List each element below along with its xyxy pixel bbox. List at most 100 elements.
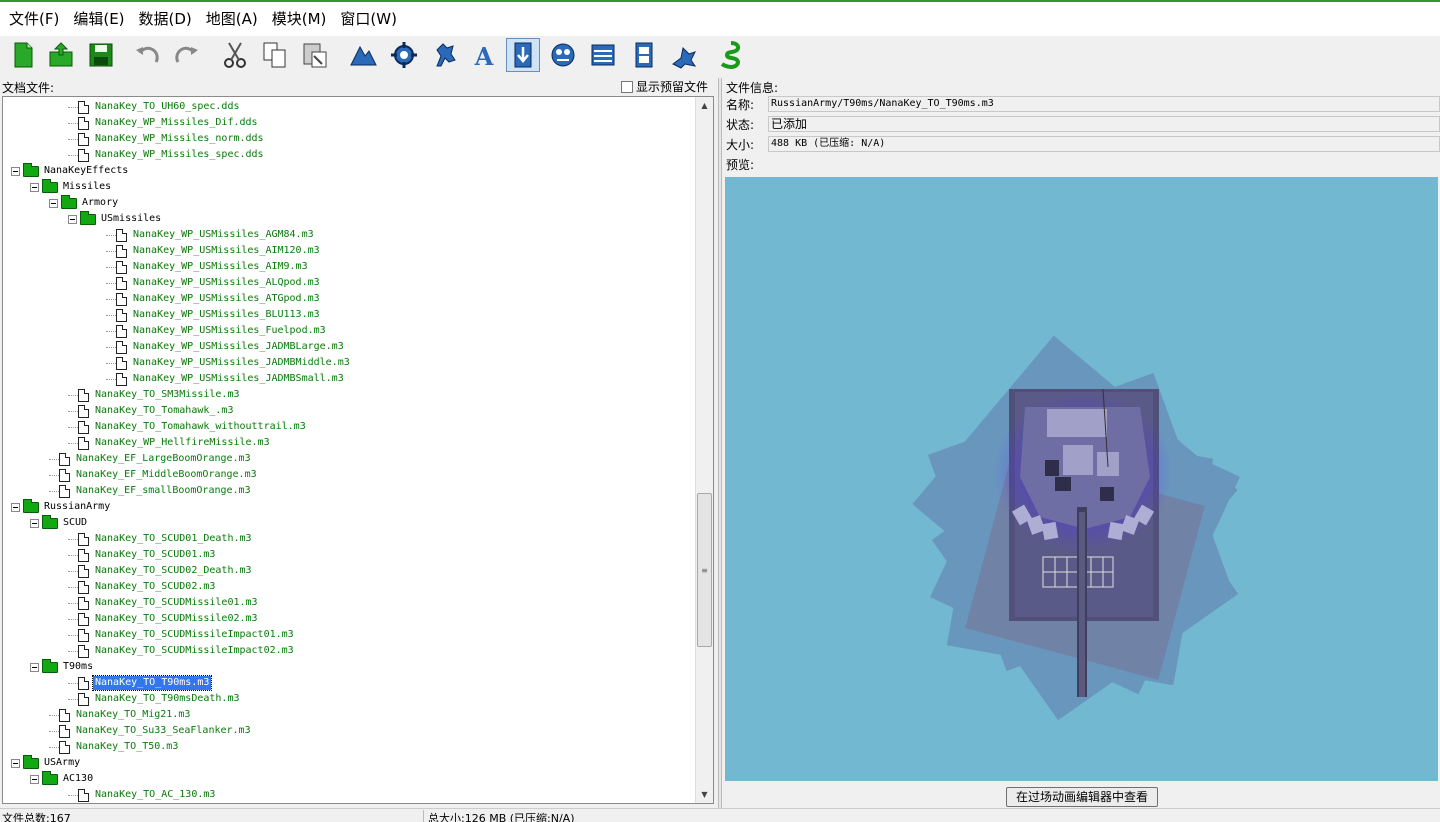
tree-folder[interactable]: USArmy [11, 754, 82, 771]
file-tree[interactable]: NanaKey_TO_UH60_spec.dds NanaKey_WP_Missi… [2, 96, 714, 804]
collapse-icon[interactable] [11, 166, 20, 176]
tree-file[interactable]: NanaKey_WP_USMissiles_BLU113.m3 [106, 307, 322, 323]
tree-file[interactable]: NanaKey_WP_USMissiles_JADMBSmall.m3 [106, 371, 346, 387]
tree-file[interactable]: NanaKey_TO_SCUD02.m3 [68, 579, 217, 595]
unit-editor-icon [436, 43, 456, 67]
scroll-thumb[interactable]: ≡ [697, 493, 712, 647]
folder-open-icon [42, 514, 58, 529]
tree-folder[interactable]: Missiles [30, 178, 113, 195]
tree-file[interactable]: NanaKey_TO_SCUDMissile02.m3 [68, 611, 260, 627]
text-editor-button[interactable]: A [467, 38, 501, 72]
file-icon [78, 548, 89, 562]
menu-item-1[interactable]: 编辑(E) [66, 4, 131, 34]
undo-button[interactable] [130, 38, 164, 72]
tree-file[interactable]: NanaKey_WP_USMissiles_AIM9.m3 [106, 259, 310, 275]
paste-button[interactable] [298, 38, 332, 72]
tree-item-label: NanaKey_EF_smallBoomOrange.m3 [76, 485, 251, 496]
scroll-up-icon[interactable]: ▲ [696, 97, 713, 114]
scroll-down-icon[interactable]: ▼ [696, 786, 713, 803]
tree-folder[interactable]: T90ms [30, 658, 95, 675]
tree-file[interactable]: NanaKey_TO_AC_130.m3 [68, 787, 217, 803]
tree-file[interactable]: NanaKey_TO_Mig21.m3 [49, 707, 192, 723]
collapse-icon[interactable] [68, 214, 77, 224]
tree-item-label: NanaKey_TO_AC_130.m3 [95, 789, 216, 800]
tree-item-label: NanaKey_TO_SCUD01.m3 [95, 549, 216, 560]
tree-file[interactable]: NanaKey_WP_USMissiles_Fuelpod.m3 [106, 323, 328, 339]
model-preview-viewport[interactable] [725, 177, 1438, 781]
collapse-icon[interactable] [30, 518, 39, 528]
tree-folder[interactable]: NanaKeyEffects [11, 162, 130, 179]
tree-file[interactable]: NanaKey_WP_Missiles_Dif.dds [68, 115, 260, 131]
panel-splitter[interactable] [718, 78, 722, 808]
tree-folder[interactable]: USmissiles [68, 210, 163, 227]
collapse-icon[interactable] [11, 758, 20, 768]
tree-item-label: RussianArmy [44, 501, 111, 512]
tree-file[interactable]: NanaKey_TO_SCUD01_Death.m3 [68, 531, 254, 547]
tree-file[interactable]: NanaKey_TO_SCUDMissileImpact02.m3 [68, 643, 296, 659]
unit-editor-button[interactable] [427, 38, 461, 72]
menu-item-4[interactable]: 模块(M) [265, 4, 334, 34]
tree-folder[interactable]: AC130 [30, 770, 95, 787]
tree-file[interactable]: NanaKey_WP_Missiles_norm.dds [68, 131, 266, 147]
collapse-icon[interactable] [49, 198, 58, 208]
tree-file[interactable]: NanaKey_TO_SM3Missile.m3 [68, 387, 242, 403]
trigger-editor-button[interactable] [387, 38, 421, 72]
tree-file[interactable]: NanaKey_EF_smallBoomOrange.m3 [49, 483, 253, 499]
tree-folder[interactable]: SCUD [30, 514, 89, 531]
tree-file[interactable]: NanaKey_EF_LargeBoomOrange.m3 [49, 451, 253, 467]
show-preview-toggle[interactable]: 显示预留文件 [621, 78, 708, 95]
menu-item-2[interactable]: 数据(D) [132, 4, 199, 34]
redo-button[interactable] [170, 38, 204, 72]
cut-button[interactable] [218, 38, 252, 72]
tree-file[interactable]: NanaKey_TO_SCUD02_Death.m3 [68, 563, 254, 579]
tree-file[interactable]: NanaKey_TO_T90msDeath.m3 [68, 691, 242, 707]
tree-item-label: NanaKey_WP_Missiles_spec.dds [95, 149, 264, 160]
tree-file[interactable]: NanaKey_WP_USMissiles_JADMBMiddle.m3 [106, 355, 352, 371]
collapse-icon[interactable] [11, 502, 20, 512]
starcraft-button[interactable] [714, 38, 748, 72]
tree-file[interactable]: NanaKey_WP_USMissiles_JADMBLarge.m3 [106, 339, 346, 355]
import-manager-button[interactable] [506, 38, 540, 72]
tree-item-label: NanaKey_WP_USMissiles_JADMBSmall.m3 [133, 373, 344, 384]
tree-folder[interactable]: Armory [49, 194, 120, 211]
new-document-button[interactable] [6, 38, 40, 72]
tree-file[interactable]: NanaKey_WP_USMissiles_ALQpod.m3 [106, 275, 322, 291]
tree-file[interactable]: NanaKey_TO_T90ms.m3 [68, 675, 213, 691]
tree-file[interactable]: NanaKey_WP_HellfireMissile.m3 [68, 435, 272, 451]
menu-item-3[interactable]: 地图(A) [199, 4, 265, 34]
tree-scrollbar[interactable]: ▲ ≡ ▼ [695, 97, 713, 803]
menu-item-5[interactable]: 窗口(W) [333, 4, 404, 34]
file-icon [116, 260, 127, 274]
tree-file[interactable]: NanaKey_WP_Missiles_spec.dds [68, 147, 266, 163]
tree-file[interactable]: NanaKey_TO_SCUDMissileImpact01.m3 [68, 627, 296, 643]
terrain-editor-button[interactable] [346, 38, 380, 72]
menu-item-0[interactable]: 文件(F) [2, 4, 66, 34]
text-editor-icon: A [474, 42, 494, 70]
tree-file[interactable]: NanaKey_TO_T50.m3 [49, 739, 180, 755]
copy-button[interactable] [258, 38, 292, 72]
tree-file[interactable]: NanaKey_TO_SCUDMissile01.m3 [68, 595, 260, 611]
tree-file[interactable]: NanaKey_WP_USMissiles_AIM120.m3 [106, 243, 322, 259]
tree-file[interactable]: NanaKey_TO_Tomahawk_withouttrail.m3 [68, 419, 308, 435]
tree-folder[interactable]: RussianArmy [11, 498, 112, 515]
collapse-icon[interactable] [30, 774, 39, 784]
tree-file[interactable]: NanaKey_TO_SCUD01.m3 [68, 547, 217, 563]
cutscene-editor-button[interactable] [627, 38, 661, 72]
tree-file[interactable]: NanaKey_TO_Su33_SeaFlanker.m3 [49, 723, 253, 739]
open-in-cutscene-editor-button[interactable]: 在过场动画编辑器中查看 [1006, 787, 1158, 807]
open-folder-button[interactable] [44, 38, 78, 72]
collapse-icon[interactable] [30, 662, 39, 672]
show-preview-checkbox[interactable] [621, 80, 633, 93]
game-interface-button[interactable] [667, 38, 701, 72]
tree-file[interactable]: NanaKey_WP_USMissiles_ATGpod.m3 [106, 291, 322, 307]
save-button[interactable] [84, 38, 118, 72]
data-editor-button[interactable] [586, 38, 620, 72]
tree-file[interactable]: NanaKey_WP_USMissiles_AGM84.m3 [106, 227, 316, 243]
ai-editor-button[interactable] [546, 38, 580, 72]
folder-open-icon [23, 162, 39, 177]
tree-file[interactable]: NanaKey_TO_UH60_spec.dds [68, 99, 242, 115]
tree-file[interactable]: NanaKey_EF_MiddleBoomOrange.m3 [49, 467, 259, 483]
tree-connector [49, 490, 59, 492]
tree-file[interactable]: NanaKey_TO_Tomahawk_.m3 [68, 403, 235, 419]
collapse-icon[interactable] [30, 182, 39, 192]
